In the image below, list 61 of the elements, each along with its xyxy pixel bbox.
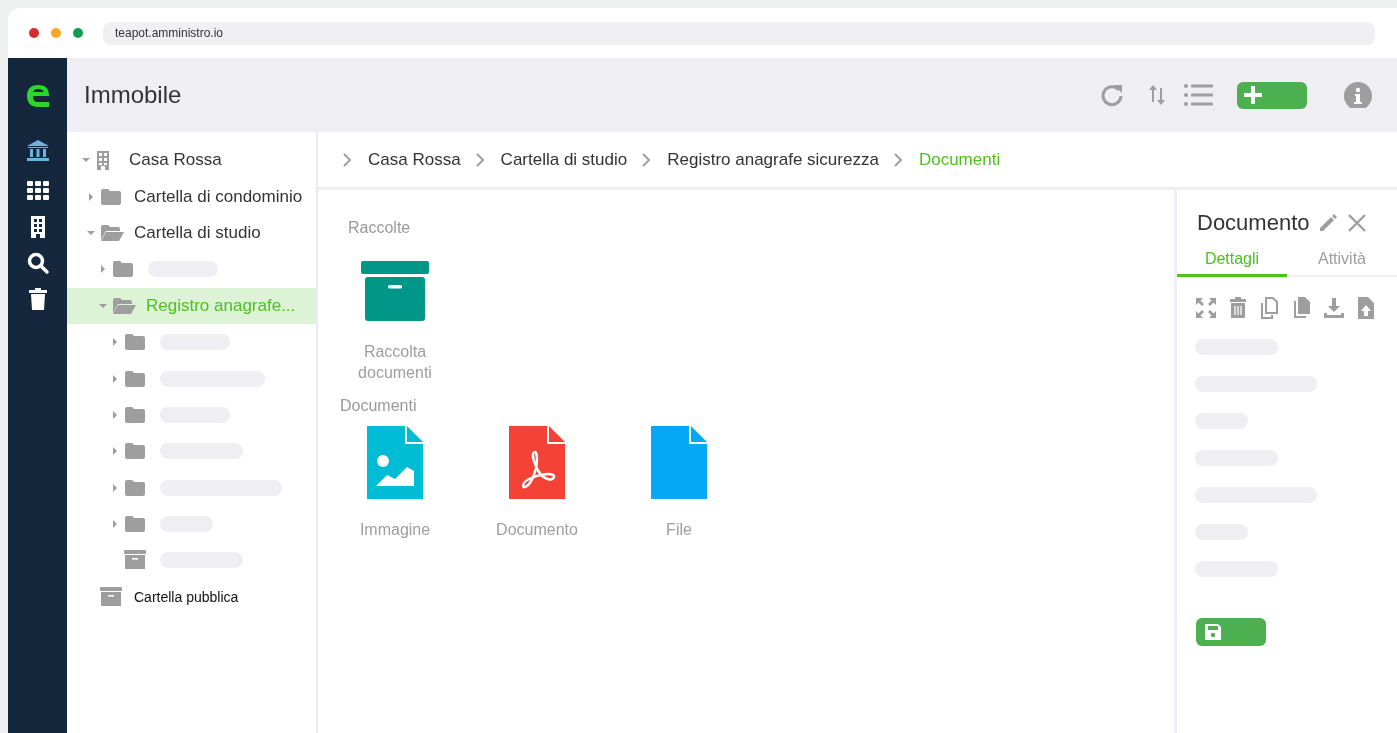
folder-icon — [124, 442, 146, 461]
folder-icon — [100, 187, 122, 206]
tree-item[interactable]: Cartella pubblica — [67, 578, 316, 616]
image-file-icon — [367, 426, 423, 499]
chevron-right-icon — [892, 152, 903, 167]
pencil-icon[interactable] — [1317, 213, 1338, 233]
add-button[interactable] — [1237, 81, 1307, 109]
building-icon — [95, 150, 111, 171]
caret-right-icon[interactable] — [98, 264, 108, 275]
folder-icon — [124, 405, 146, 424]
chevron-right-icon — [474, 152, 485, 167]
minimize-dot[interactable] — [51, 28, 61, 38]
open-folder-icon — [100, 223, 124, 242]
folder-icon — [112, 260, 134, 279]
address-bar[interactable]: teapot.amministro.io — [103, 21, 1375, 45]
tree-item[interactable]: Casa Rossa — [67, 142, 316, 179]
open-folder-icon — [112, 296, 136, 315]
copy-icon[interactable] — [1259, 297, 1281, 319]
file-upload-icon[interactable] — [1355, 297, 1377, 319]
bank-icon[interactable] — [24, 138, 51, 164]
tile-label: File — [665, 520, 693, 540]
chevron-right-icon — [641, 152, 652, 167]
archive-icon — [361, 261, 429, 321]
section-title: Documenti — [340, 397, 418, 415]
caret-right-icon[interactable] — [110, 519, 120, 530]
folder-icon — [124, 333, 146, 352]
close-dot[interactable] — [29, 28, 39, 38]
page-title: Immobile — [84, 81, 183, 109]
info-icon[interactable] — [1344, 82, 1372, 108]
breadcrumb-link[interactable]: Casa Rossa — [368, 149, 461, 170]
documents-icon[interactable] — [1291, 297, 1313, 319]
tile-label: Documento — [495, 520, 579, 540]
archive-icon — [100, 586, 122, 607]
download-icon[interactable] — [1323, 297, 1345, 319]
folder-icon — [124, 369, 146, 388]
panel-title: Documento — [1197, 210, 1310, 236]
caret-right-icon[interactable] — [110, 409, 120, 420]
caret-right-icon[interactable] — [110, 446, 120, 457]
tile-label: Immagine — [358, 520, 432, 540]
close-icon[interactable] — [1346, 213, 1367, 233]
expand-icon[interactable] — [1195, 297, 1217, 319]
file-icon — [651, 426, 707, 499]
breadcrumb-link[interactable]: Registro anagrafe sicurezza — [667, 149, 879, 170]
caret-right-icon[interactable] — [110, 373, 120, 384]
caret-right-icon[interactable] — [110, 337, 120, 348]
section-title: Raccolte — [347, 219, 412, 237]
pdf-file-icon — [509, 426, 565, 499]
chevron-right-icon — [342, 152, 352, 167]
folder-icon — [124, 478, 146, 497]
caret-right-icon[interactable] — [110, 482, 120, 493]
save-button[interactable] — [1196, 618, 1266, 646]
folder-icon — [124, 515, 146, 534]
breadcrumb-link[interactable]: Cartella di studio — [500, 149, 628, 170]
plus-icon — [1244, 86, 1262, 104]
maximize-dot[interactable] — [73, 28, 83, 38]
tile-label: Raccolta documenti — [357, 342, 433, 383]
tree-item[interactable]: Cartella di studio — [67, 214, 316, 252]
caret-right-icon[interactable] — [86, 191, 96, 202]
list-icon[interactable] — [1183, 82, 1215, 108]
tree-item[interactable]: Cartella di condominio — [67, 178, 316, 215]
archive-icon — [124, 550, 146, 571]
